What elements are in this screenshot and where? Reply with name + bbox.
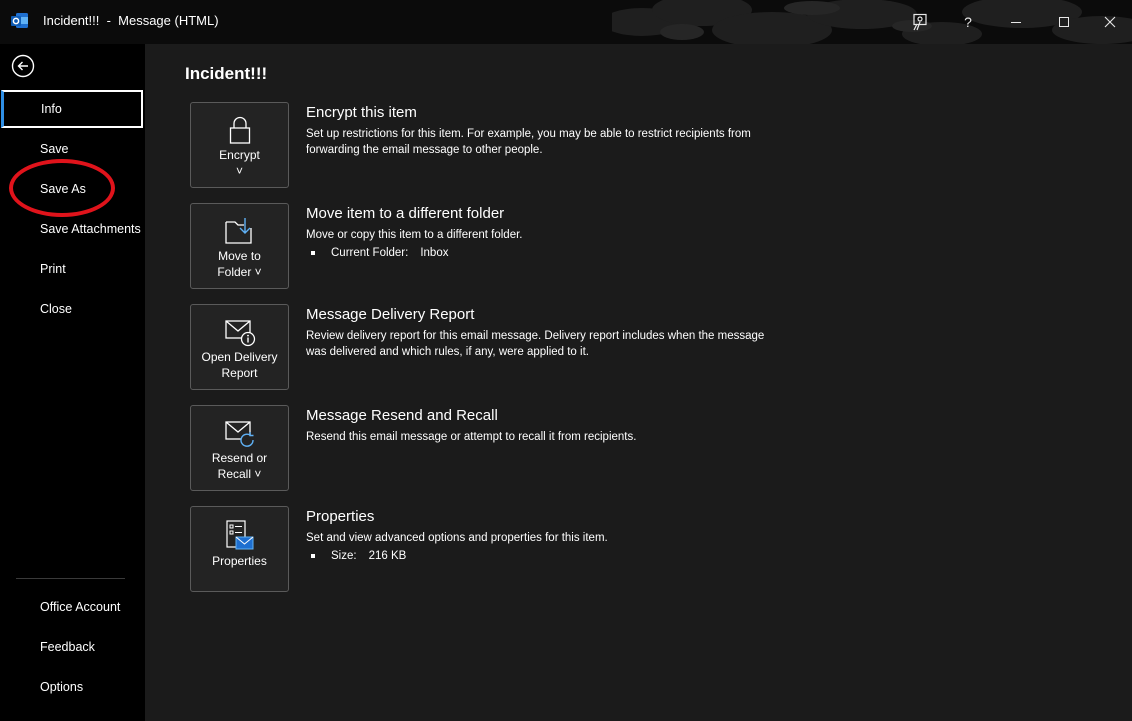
properties-icon: [225, 520, 253, 550]
nav-info[interactable]: Info: [1, 90, 143, 128]
title-bar: Incident!!! - Message (HTML) ?: [0, 0, 1132, 44]
minimize-button[interactable]: [992, 0, 1040, 44]
card-move-description: Move or copy this item to a different fo…: [306, 229, 523, 241]
lock-icon: [229, 116, 250, 144]
window-title: Incident!!! - Message (HTML): [43, 13, 219, 28]
nav-options-label: Options: [40, 680, 84, 694]
size-label: Size:: [331, 550, 357, 562]
delivery-report-icon: [224, 320, 255, 347]
card-delivery-report: Open Delivery Report Message Delivery Re…: [190, 304, 764, 392]
card-properties-title: Properties: [306, 508, 375, 525]
nav-save-as[interactable]: Save As: [0, 170, 145, 208]
card-delivery-report-description: Review delivery report for this email me…: [306, 330, 765, 358]
nav-save-attachments-label: Save Attachments: [40, 222, 141, 236]
card-encrypt: Encrypt ˅ Encrypt this item Set up restr…: [190, 102, 751, 190]
nav-info-label: Info: [41, 102, 62, 116]
nav-close-label: Close: [40, 302, 72, 316]
backstage-sidebar: Info Save Save As Save Attachments Print…: [0, 44, 145, 721]
nav-save[interactable]: Save: [0, 130, 145, 168]
nav-print-label: Print: [40, 262, 66, 276]
move-to-folder-button[interactable]: Move to Folder ˅: [190, 203, 289, 289]
resend-or-recall-button-label: Resend or Recall ˅: [211, 451, 268, 481]
nav-feedback[interactable]: Feedback: [0, 628, 145, 666]
size-row: Size: 216 KB: [311, 550, 406, 562]
current-folder-label: Current Folder:: [331, 247, 409, 259]
back-arrow-icon[interactable]: [11, 54, 35, 78]
outlook-logo-icon: [11, 13, 28, 28]
bullet-icon: [311, 554, 315, 558]
minimize-icon: [1011, 22, 1021, 23]
properties-button[interactable]: Properties: [190, 506, 289, 592]
bullet-icon: [311, 251, 315, 255]
info-panel: Incident!!! Encrypt ˅ Encrypt this item …: [145, 44, 1132, 721]
nav-save-label: Save: [40, 142, 69, 156]
nav-office-account[interactable]: Office Account: [0, 588, 145, 626]
card-properties-description: Set and view advanced options and proper…: [306, 532, 608, 544]
nav-close[interactable]: Close: [0, 290, 145, 328]
help-button[interactable]: ?: [944, 0, 992, 44]
nav-feedback-label: Feedback: [40, 640, 95, 654]
page-title: Incident!!!: [185, 64, 268, 83]
card-resend-recall-description: Resend this email message or attempt to …: [306, 431, 637, 443]
card-properties: Properties Properties Set and view advan…: [190, 506, 740, 594]
encrypt-button[interactable]: Encrypt ˅: [190, 102, 289, 188]
move-to-folder-button-label: Move to Folder ˅: [217, 249, 262, 279]
close-icon: [1104, 16, 1116, 28]
size-value: 216 KB: [368, 550, 407, 562]
nav-options[interactable]: Options: [0, 668, 145, 706]
encrypt-button-label: Encrypt ˅: [219, 148, 260, 178]
card-move: Move to Folder ˅ Move item to a differen…: [190, 203, 740, 291]
current-folder-value: Inbox: [420, 247, 449, 259]
move-folder-icon: [224, 218, 252, 244]
nav-save-attachments[interactable]: Save Attachments: [0, 210, 145, 248]
card-resend-recall: Resend or Recall ˅ Message Resend and Re…: [190, 405, 740, 493]
close-button[interactable]: [1086, 0, 1132, 44]
coach-icon[interactable]: [896, 0, 944, 44]
maximize-button[interactable]: [1040, 0, 1088, 44]
resend-icon: [224, 421, 254, 447]
current-folder-row: Current Folder: Inbox: [311, 247, 448, 259]
open-delivery-report-button-label: Open Delivery Report: [201, 350, 278, 380]
card-encrypt-description: Set up restrictions for this item. For e…: [306, 128, 751, 156]
nav-office-account-label: Office Account: [40, 600, 121, 614]
resend-or-recall-button[interactable]: Resend or Recall ˅: [190, 405, 289, 491]
nav-save-as-label: Save As: [40, 182, 86, 196]
sidebar-divider: [16, 578, 125, 579]
card-resend-recall-title: Message Resend and Recall: [306, 407, 498, 424]
nav-print[interactable]: Print: [0, 250, 145, 288]
open-delivery-report-button[interactable]: Open Delivery Report: [190, 304, 289, 390]
properties-button-label: Properties: [212, 554, 267, 568]
card-encrypt-title: Encrypt this item: [306, 104, 417, 121]
card-delivery-report-title: Message Delivery Report: [306, 306, 475, 323]
maximize-icon: [1059, 17, 1069, 27]
card-move-title: Move item to a different folder: [306, 205, 505, 222]
